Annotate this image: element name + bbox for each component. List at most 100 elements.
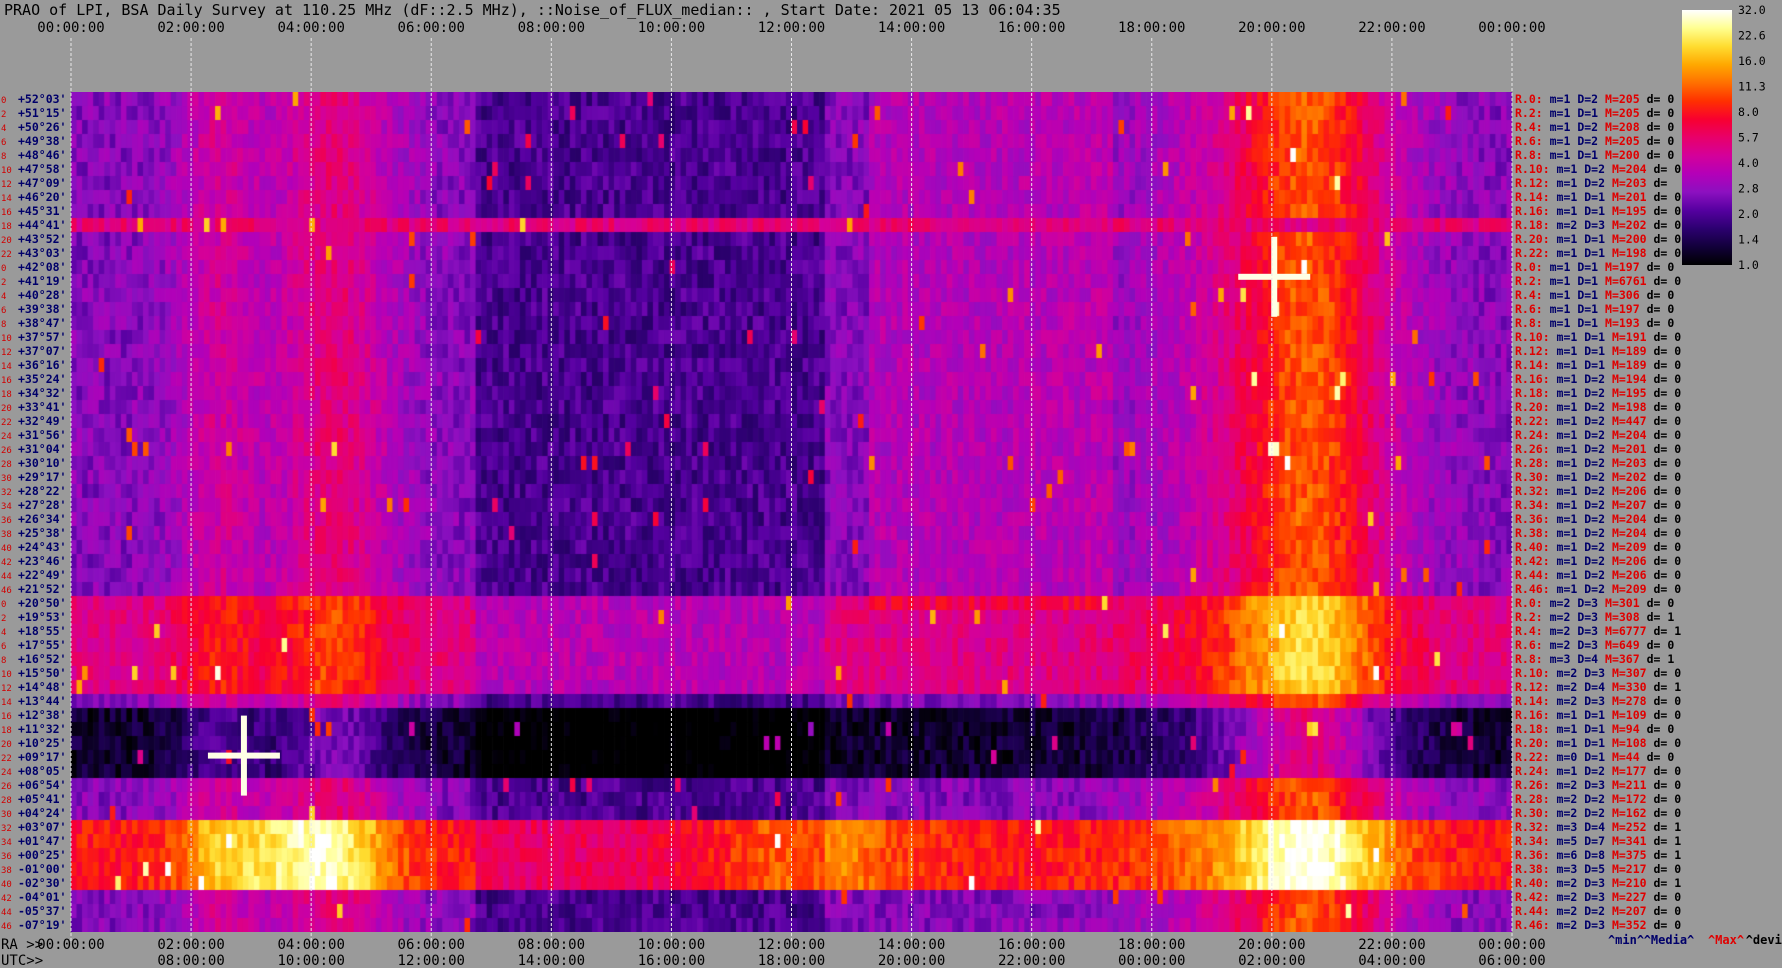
row-index-label: 16 [1,712,12,722]
stat-row: R.14: m=1 D=1 M=201 d= 0 [1515,190,1681,204]
stat-M: M=172 [1605,792,1647,806]
stat-d: d= 0 [1647,694,1682,708]
stat-m: m=1 [1550,456,1578,470]
stat-row: R.0: m=1 D=2 M=205 d= 0 [1515,92,1674,106]
top-tick-label: 04:00:00 [277,20,344,36]
declination-label: +27°28' [18,498,66,512]
colorbar-tick-label: 2.0 [1738,207,1759,221]
stat-D: D=1 [1577,750,1605,764]
colorbar-tick-label: 1.4 [1738,233,1759,247]
row-index-label: 8 [1,152,6,162]
stat-r: R.12: [1515,176,1550,190]
row-index-label: 18 [1,222,12,232]
row-index-label: 6 [1,642,6,652]
stat-m: m=2 [1550,876,1578,890]
stat-d: d= 0 [1647,890,1682,904]
stat-r: R.28: [1515,456,1550,470]
stat-D: D=2 [1577,442,1605,456]
row-index-label: 2 [1,278,6,288]
stat-m: m=2 [1550,680,1578,694]
row-index-label: 4 [1,124,6,134]
ra-tick-label: 08:00:00 [518,937,585,953]
stat-m: m=2 [1550,666,1578,680]
row-index-label: 6 [1,306,6,316]
row-index-label: 28 [1,796,12,806]
stat-m: m=1 [1550,554,1578,568]
stat-d: d= 0 [1647,330,1682,344]
stat-row: R.24: m=1 D=2 M=177 d= 0 [1515,764,1681,778]
stat-r: R.18: [1515,722,1550,736]
stat-M: M=191 [1605,330,1647,344]
stat-M: M=209 [1605,582,1647,596]
stat-r: R.14: [1515,358,1550,372]
stat-D: D=2 [1577,540,1605,554]
stat-r: R.16: [1515,204,1550,218]
stat-row: R.28: m=1 D=2 M=203 d= 0 [1515,456,1681,470]
stat-r: R.2: [1515,610,1543,624]
stat-M: M=6777 [1598,624,1647,638]
stat-d: d= 0 [1647,414,1682,428]
stat-m: m=1 [1543,106,1571,120]
stat-D: D=2 [1570,92,1598,106]
stat-row: R.42: m=2 D=3 M=227 d= 0 [1515,890,1681,904]
stat-m: m=1 [1550,176,1578,190]
declination-label: +14°48' [18,680,66,694]
stat-d: d= 1 [1647,876,1682,890]
stat-M: M=162 [1605,806,1647,820]
declination-label: +26°34' [18,512,66,526]
stat-d: d= 0 [1647,190,1682,204]
stat-d: d= 0 [1647,582,1682,596]
declination-label: +42°08' [18,260,66,274]
declination-label: +25°38' [18,526,66,540]
stat-d: d= 0 [1647,204,1682,218]
row-index-label: 40 [1,544,12,554]
top-tick-label: 10:00:00 [638,20,705,36]
stat-row: R.22: m=0 D=1 M=44 d= 0 [1515,750,1674,764]
declination-label: +23°46' [18,554,66,568]
row-index-label: 38 [1,866,12,876]
stat-D: D=3 [1570,638,1598,652]
legend-item: ^devia^ [1746,933,1782,947]
stat-M: M=204 [1605,162,1647,176]
utc-tick-label: 04:00:00 [1358,953,1425,968]
declination-label: +08°05' [18,764,66,778]
declination-label: +37°07' [18,344,66,358]
declination-label: +18°55' [18,624,66,638]
stat-D: D=2 [1577,400,1605,414]
declination-label: +47°09' [18,176,66,190]
ra-tick-label: 06:00:00 [398,937,465,953]
stat-r: R.4: [1515,288,1543,302]
stat-r: R.30: [1515,470,1550,484]
stat-D: D=3 [1570,596,1598,610]
stat-row: R.24: m=1 D=2 M=204 d= 0 [1515,428,1681,442]
stat-D: D=2 [1577,554,1605,568]
stat-m: m=1 [1550,568,1578,582]
stat-M: M=209 [1605,540,1647,554]
stat-D: D=1 [1577,204,1605,218]
row-index-label: 8 [1,320,6,330]
row-index-label: 16 [1,208,12,218]
stat-M: M=204 [1605,428,1647,442]
colorbar-tick-label: 4.0 [1738,156,1759,170]
stat-M: M=210 [1605,876,1647,890]
stat-d: d= [1647,176,1668,190]
stat-M: M=177 [1605,764,1647,778]
stat-r: R.6: [1515,134,1543,148]
stat-r: R.0: [1515,596,1543,610]
stat-D: D=1 [1577,358,1605,372]
stat-m: m=1 [1550,372,1578,386]
row-index-label: 30 [1,474,12,484]
stat-m: m=5 [1550,834,1578,848]
stat-D: D=1 [1570,148,1598,162]
colorbar-tick-label: 8.0 [1738,105,1759,119]
stat-m: m=1 [1543,288,1571,302]
stat-m: m=2 [1543,610,1571,624]
stat-M: M=207 [1605,498,1647,512]
stat-r: R.14: [1515,190,1550,204]
utc-axis-prefix: UTC>> [1,953,43,968]
stat-M: M=330 [1605,680,1647,694]
stat-M: M=341 [1605,834,1647,848]
stat-r: R.6: [1515,638,1543,652]
colorbar-tick-label: 2.8 [1738,182,1759,196]
declination-label: +52°03' [18,92,66,106]
